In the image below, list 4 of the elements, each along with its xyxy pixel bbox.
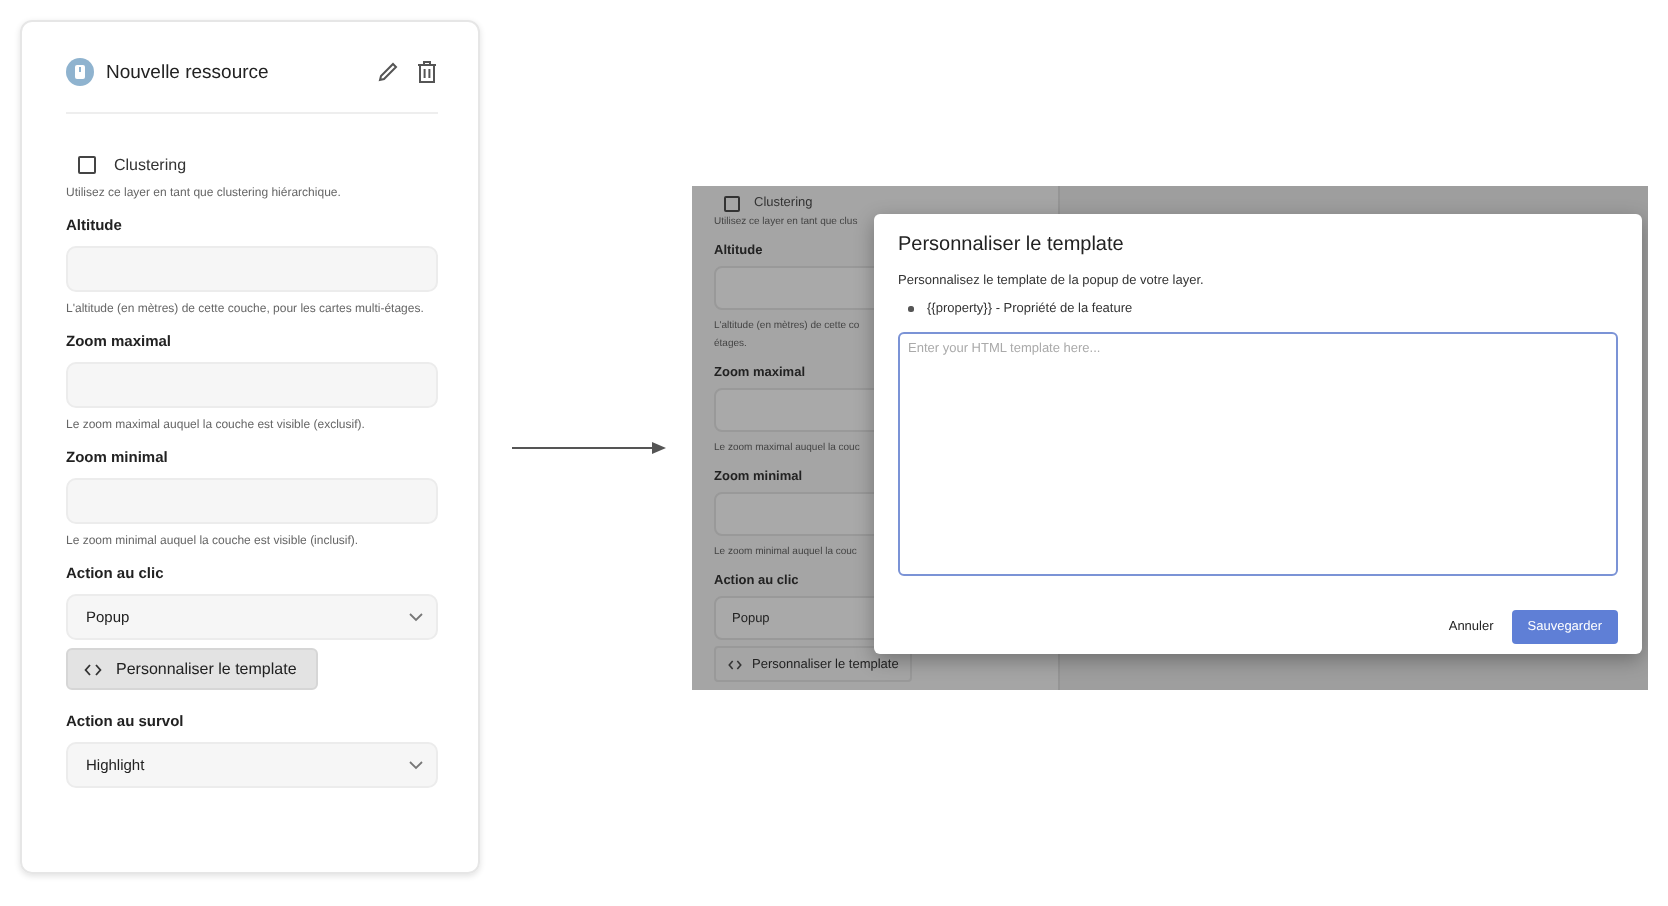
customize-template-button[interactable]: Personnaliser le template (66, 648, 319, 690)
checkbox-label: Clustering (114, 155, 187, 173)
resource-title: Nouvelle ressource (106, 61, 269, 83)
dialog-title: Personnaliser le template (898, 234, 1126, 256)
